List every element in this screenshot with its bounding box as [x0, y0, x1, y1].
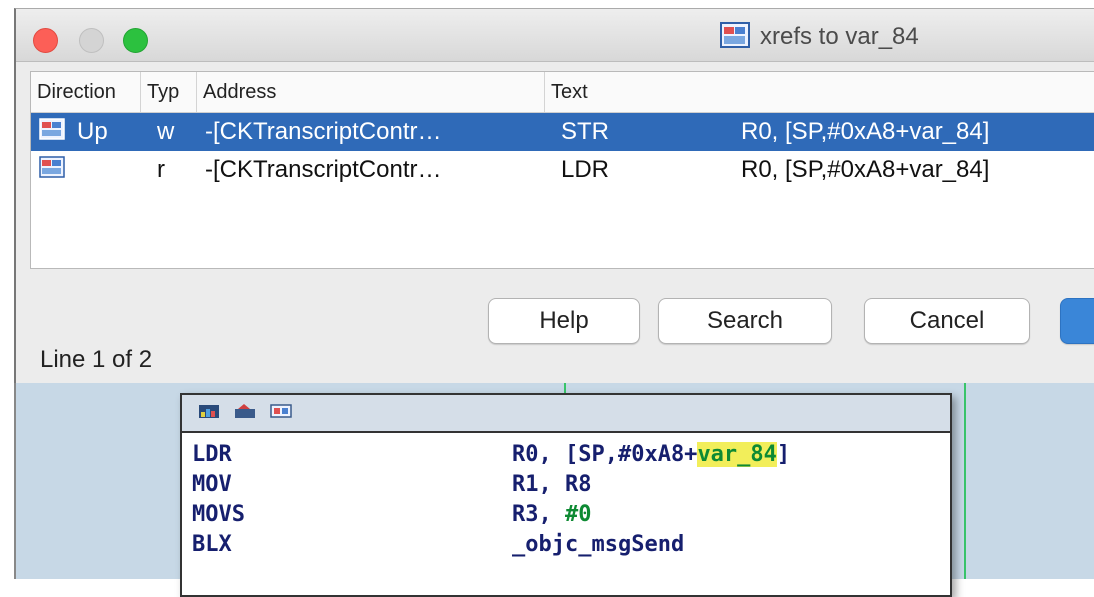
node-toolbar: [182, 395, 950, 433]
column-header-address[interactable]: Address: [197, 72, 545, 112]
table-header: Direction Typ Address Text: [31, 72, 1094, 113]
column-header-type[interactable]: Typ: [141, 72, 197, 112]
code-node[interactable]: LDR R0, [SP,#0xA8+var_84] MOV R1, R8 MOV…: [180, 393, 952, 597]
type-value: r: [157, 156, 165, 183]
graph-zoom-icon[interactable]: [234, 403, 256, 424]
address-value: -[CKTranscriptContr…: [205, 118, 442, 145]
search-button[interactable]: Search: [658, 298, 832, 344]
highlighted-variable[interactable]: var_84: [697, 441, 777, 467]
ok-button[interactable]: [1060, 298, 1094, 344]
xrefs-dialog: xrefs to var_84 Direction Typ Address Te…: [14, 8, 1094, 383]
mnemonic: MOVS: [192, 501, 245, 527]
xrefs-table[interactable]: Direction Typ Address Text Up w -[CKTran…: [30, 71, 1094, 269]
graph-edge-line: [964, 383, 966, 579]
window-title: xrefs to var_84: [760, 23, 919, 50]
graph-view: LDR R0, [SP,#0xA8+var_84] MOV R1, R8 MOV…: [14, 383, 1094, 597]
text-mnemonic: STR: [561, 118, 609, 145]
text-operands: R0, [SP,#0xA8+var_84]: [741, 118, 990, 145]
operands: R0, [SP,#0xA8+var_84]: [512, 441, 791, 467]
address-value: -[CKTranscriptContr…: [205, 156, 442, 183]
operands: R1, R8: [512, 471, 592, 497]
mnemonic: BLX: [192, 531, 232, 557]
table-row[interactable]: r -[CKTranscriptContr… LDR R0, [SP,#0xA8…: [31, 151, 1094, 189]
xref-row-icon: [39, 155, 65, 185]
column-header-direction[interactable]: Direction: [31, 72, 141, 112]
column-header-text[interactable]: Text: [545, 72, 1094, 112]
code-line[interactable]: MOVS R3, #0: [182, 499, 950, 529]
mnemonic: LDR: [192, 441, 232, 467]
cancel-button[interactable]: Cancel: [864, 298, 1030, 344]
graph-edge-line: [564, 383, 566, 393]
operands: R3, #0: [512, 501, 592, 527]
maximize-button[interactable]: [123, 28, 148, 53]
mnemonic: MOV: [192, 471, 232, 497]
help-button[interactable]: Help: [488, 298, 640, 344]
xref-list-icon: [720, 21, 750, 53]
text-mnemonic: LDR: [561, 156, 610, 183]
close-button[interactable]: [33, 28, 58, 53]
operands: _objc_msgSend: [512, 531, 685, 557]
node-xref-icon[interactable]: [270, 403, 292, 424]
code-line[interactable]: LDR R0, [SP,#0xA8+var_84]: [182, 439, 950, 469]
direction-value: Up: [77, 118, 108, 145]
minimize-button[interactable]: [79, 28, 104, 53]
table-row[interactable]: Up w -[CKTranscriptContr… STR R0, [SP,#0…: [31, 113, 1094, 151]
graph-color-icon[interactable]: [198, 403, 220, 424]
status-text: Line 1 of 2: [40, 346, 153, 373]
title-bar[interactable]: xrefs to var_84: [16, 9, 1094, 62]
immediate-value: #0: [564, 501, 592, 527]
type-value: w: [157, 118, 175, 145]
code-line[interactable]: BLX _objc_msgSend: [182, 529, 950, 559]
code-line[interactable]: MOV R1, R8: [182, 469, 950, 499]
xref-row-icon: [39, 117, 65, 147]
text-operands: R0, [SP,#0xA8+var_84]: [741, 156, 990, 183]
